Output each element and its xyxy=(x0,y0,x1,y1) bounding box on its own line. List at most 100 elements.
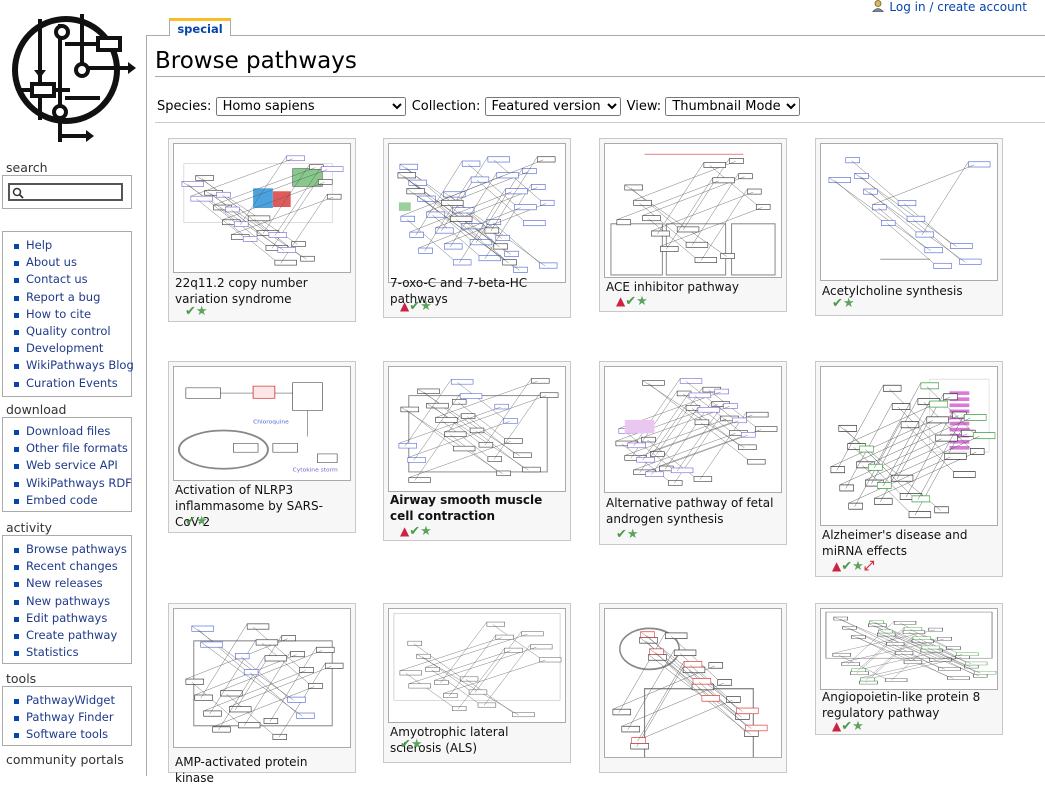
warning-icon[interactable]: ▲ xyxy=(616,294,625,308)
pathway-thumbnail[interactable] xyxy=(173,143,351,273)
pathway-card[interactable]: 7-oxo-C and 7-beta-HC pathways ▲✔★ xyxy=(383,138,571,318)
sidebar-activity-link[interactable]: Create pathway xyxy=(26,628,117,642)
sidebar-nav-item[interactable]: Contact us xyxy=(13,271,131,288)
featured-icon[interactable]: ★ xyxy=(627,527,639,542)
featured-icon[interactable]: ★ xyxy=(420,524,432,539)
sidebar-activity-link[interactable]: Edit pathways xyxy=(26,611,107,625)
pathway-thumbnail[interactable] xyxy=(388,143,566,283)
sidebar-activity-item[interactable]: Create pathway xyxy=(13,627,131,644)
pathway-title-link[interactable]: AMP-activated protein kinase xyxy=(175,754,347,786)
pathway-title-link[interactable]: Alzheimer's disease and miRNA effects xyxy=(822,527,994,559)
sidebar-activity-item[interactable]: Edit pathways xyxy=(13,610,131,627)
pathway-thumbnail[interactable] xyxy=(604,608,782,758)
sidebar-nav-item[interactable]: WikiPathways Blog xyxy=(13,357,134,374)
pathway-card[interactable]: Alzheimer's disease and miRNA effects ▲✔★… xyxy=(815,361,1003,577)
login-link[interactable]: Log in / create account xyxy=(889,0,1027,14)
pathway-card[interactable]: Amyotrophic lateral sclerosis (ALS) ✔★ xyxy=(383,603,571,763)
featured-icon[interactable]: ★ xyxy=(852,559,864,574)
pathway-thumbnail[interactable] xyxy=(173,608,351,748)
pathway-title-link[interactable]: 22q11.2 copy number variation syndrome xyxy=(175,275,347,307)
approved-icon[interactable]: ✔ xyxy=(185,304,196,319)
featured-icon[interactable]: ★ xyxy=(852,719,864,734)
sidebar-nav-item[interactable]: About us xyxy=(13,254,131,271)
featured-icon[interactable]: ★ xyxy=(196,514,208,529)
pathway-card[interactable]: 22q11.2 copy number variation syndrome ✔★ xyxy=(168,138,356,322)
pathway-title-link[interactable]: Airway smooth muscle cell contraction xyxy=(390,492,562,524)
pathway-thumbnail[interactable] xyxy=(388,608,566,723)
tab-special-label[interactable]: special xyxy=(177,22,222,36)
sidebar-nav-item[interactable]: How to cite xyxy=(13,306,131,323)
sidebar-tools-link[interactable]: Pathway Finder xyxy=(26,710,114,724)
sidebar-download-link[interactable]: Download files xyxy=(26,424,110,438)
pathway-card[interactable]: AMP-activated protein kinase xyxy=(168,603,356,785)
sidebar-nav-item[interactable]: Report a bug xyxy=(13,289,131,306)
sidebar-activity-link[interactable]: New pathways xyxy=(26,594,110,608)
sidebar-download-item[interactable]: Embed code xyxy=(13,492,131,509)
approved-icon[interactable]: ✔ xyxy=(832,296,843,311)
sidebar-download-item[interactable]: Download files xyxy=(13,423,131,440)
pathway-thumbnail[interactable] xyxy=(820,608,998,690)
pathway-card[interactable]: Acetylcholine synthesis ✔★ xyxy=(815,138,1003,316)
pathway-title-link[interactable]: Angiopoietin-like protein 8 regulatory p… xyxy=(822,689,994,721)
external-link-icon[interactable]: ⤢ xyxy=(864,559,874,574)
search-icon[interactable] xyxy=(12,187,24,199)
pathway-card[interactable]: Chloroquine Cytokine storm Activation of N… xyxy=(168,361,356,533)
featured-icon[interactable]: ★ xyxy=(420,299,432,314)
sidebar-tools-link[interactable]: PathwayWidget xyxy=(26,693,115,707)
pathway-card[interactable]: ACE inhibitor pathway ▲✔★ xyxy=(599,138,787,312)
pathway-thumbnail[interactable] xyxy=(820,366,998,526)
view-select[interactable]: Thumbnail Mode xyxy=(665,97,801,116)
pathway-title-link[interactable]: Alternative pathway of fetal androgen sy… xyxy=(606,495,778,527)
sidebar-nav-item[interactable]: Help xyxy=(13,237,131,254)
sidebar-nav-item[interactable]: Quality control xyxy=(13,323,131,340)
sidebar-download-link[interactable]: Web service API xyxy=(26,458,118,472)
pathway-thumbnail[interactable]: Chloroquine Cytokine storm xyxy=(173,366,351,481)
pathway-thumbnail[interactable] xyxy=(604,143,782,278)
sidebar-nav-link[interactable]: Contact us xyxy=(26,272,88,286)
pathway-thumbnail[interactable] xyxy=(388,366,566,492)
wikipathways-logo[interactable] xyxy=(10,8,138,142)
sidebar-tools-item[interactable]: Software tools xyxy=(13,726,131,743)
pathway-thumbnail[interactable] xyxy=(604,366,782,493)
sidebar-download-item[interactable]: WikiPathways RDF xyxy=(13,475,132,492)
sidebar-nav-link[interactable]: About us xyxy=(26,255,77,269)
sidebar-nav-item[interactable]: Curation Events xyxy=(13,375,131,392)
sidebar-nav-link[interactable]: Curation Events xyxy=(26,376,118,390)
approved-icon[interactable]: ✔ xyxy=(185,514,196,529)
featured-icon[interactable]: ★ xyxy=(843,296,855,311)
collection-select[interactable]: Featured version xyxy=(484,97,621,116)
sidebar-download-item[interactable]: Other file formats xyxy=(13,440,131,457)
sidebar-activity-link[interactable]: New releases xyxy=(26,576,103,590)
featured-icon[interactable]: ★ xyxy=(196,304,208,319)
sidebar-activity-item[interactable]: Recent changes xyxy=(13,558,131,575)
sidebar-activity-link[interactable]: Recent changes xyxy=(26,559,118,573)
sidebar-activity-item[interactable]: New releases xyxy=(13,575,131,592)
sidebar-download-link[interactable]: Embed code xyxy=(26,493,98,507)
sidebar-tools-item[interactable]: Pathway Finder xyxy=(13,709,131,726)
sidebar-activity-link[interactable]: Statistics xyxy=(26,645,79,659)
pathway-card[interactable]: Alternative pathway of fetal androgen sy… xyxy=(599,361,787,545)
sidebar-nav-link[interactable]: Quality control xyxy=(26,324,111,338)
approved-icon[interactable]: ✔ xyxy=(616,527,627,542)
approved-icon[interactable]: ✔ xyxy=(625,294,636,309)
sidebar-tools-item[interactable]: PathwayWidget xyxy=(13,692,131,709)
sidebar-nav-link[interactable]: Report a bug xyxy=(26,290,100,304)
sidebar-nav-link[interactable]: Help xyxy=(26,238,52,252)
sidebar-tools-link[interactable]: Software tools xyxy=(26,727,108,741)
sidebar-activity-item[interactable]: Browse pathways xyxy=(13,541,131,558)
pathway-card[interactable] xyxy=(599,603,787,773)
approved-icon[interactable]: ✔ xyxy=(841,719,852,734)
pathway-thumbnail[interactable] xyxy=(820,143,998,281)
sidebar-activity-link[interactable]: Browse pathways xyxy=(26,542,127,556)
approved-icon[interactable]: ✔ xyxy=(409,299,420,314)
sidebar-nav-item[interactable]: Development xyxy=(13,340,131,357)
pathway-card[interactable]: Angiopoietin-like protein 8 regulatory p… xyxy=(815,603,1003,735)
sidebar-nav-link[interactable]: WikiPathways Blog xyxy=(26,358,134,372)
warning-icon[interactable]: ▲ xyxy=(832,719,841,733)
approved-icon[interactable]: ✔ xyxy=(400,737,411,752)
search-input[interactable] xyxy=(8,183,123,201)
warning-icon[interactable]: ▲ xyxy=(400,299,409,313)
featured-icon[interactable]: ★ xyxy=(411,737,423,752)
sidebar-nav-link[interactable]: Development xyxy=(26,341,103,355)
tab-special[interactable]: special xyxy=(169,18,231,36)
